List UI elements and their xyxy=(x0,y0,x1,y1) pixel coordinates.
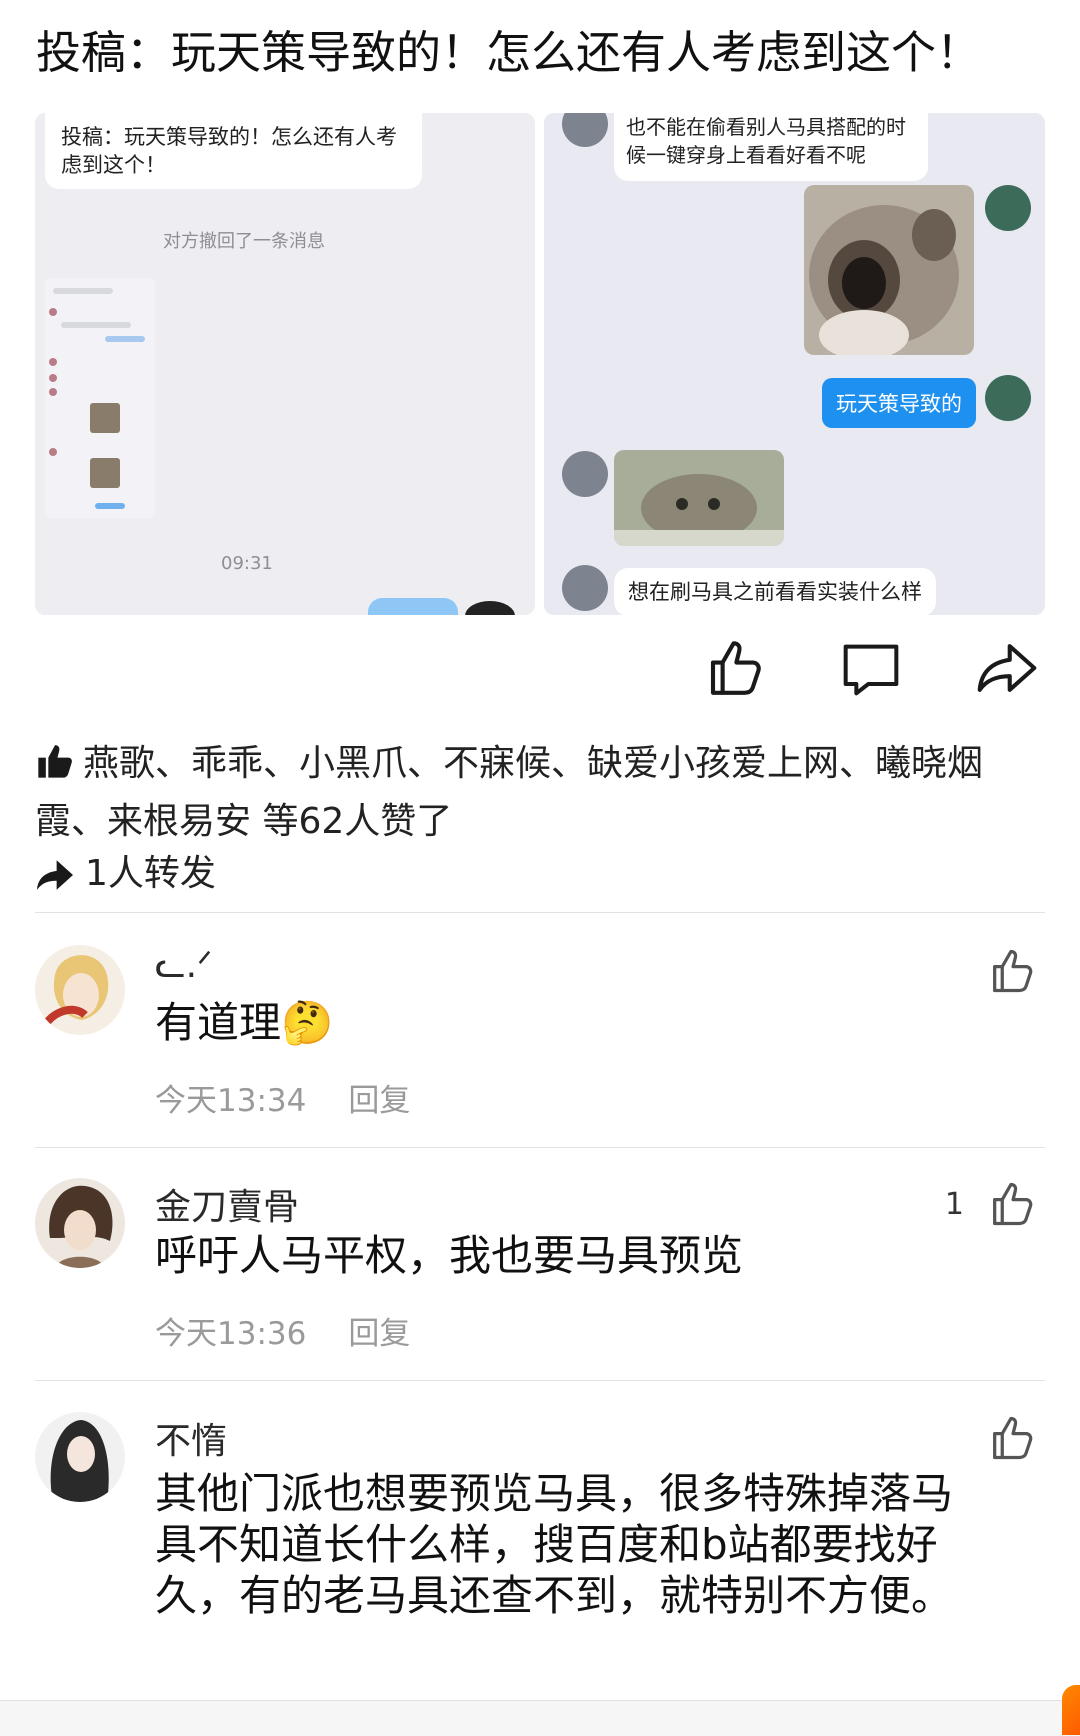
post-image-right[interactable]: 也不能在偷看别人马具搭配的时候一键穿身上看看好看不呢 玩天策导致的 想在刷马具之… xyxy=(544,113,1045,615)
chat-bubble: 投稿：玩天策导致的！怎么还有人考虑到这个！ xyxy=(45,113,422,189)
thumbs-up-filled-icon xyxy=(35,741,75,796)
comment-author[interactable]: ᓚ.ᐟ xyxy=(155,945,212,986)
comment-text: 其他门派也想要预览马具，很多特殊掉落马具不知道长什么样，搜百度和b站都要找好久，… xyxy=(155,1469,954,1620)
avatar[interactable] xyxy=(35,1412,125,1502)
avatar[interactable] xyxy=(35,1178,125,1268)
comment-icon xyxy=(843,644,899,696)
comment-text: 有道理🤔 xyxy=(155,998,334,1047)
manul-sticker xyxy=(614,450,784,546)
share-button[interactable] xyxy=(969,630,1045,706)
chat-bubble-blue: 玩天策导致的 xyxy=(822,378,976,428)
share-filled-icon xyxy=(35,856,75,908)
comment-author[interactable]: 金刀賣骨 xyxy=(155,1178,299,1230)
forwards-text: 1人转发 xyxy=(85,853,216,894)
recall-notice: 对方撤回了一条消息 xyxy=(163,231,325,252)
comment-time: 今天13:36 xyxy=(155,1316,307,1352)
comment-like-button[interactable] xyxy=(964,1412,1038,1464)
wolf-avatar xyxy=(562,113,608,147)
user-avatar-2 xyxy=(985,375,1031,421)
likes-summary[interactable]: 燕歌、乖乖、小黑爪、不寐候、缺爱小孩爱上网、曦晓烟霞、来根易安 等62人赞了 xyxy=(35,738,1045,848)
chat-time: 09:31 xyxy=(221,553,273,574)
post-title: 投稿：玩天策导致的！怎么还有人考虑到这个！ xyxy=(36,26,982,79)
forwards-summary[interactable]: 1人转发 xyxy=(35,848,216,908)
comment-button[interactable] xyxy=(833,630,909,706)
thumbs-up-icon xyxy=(993,949,1033,993)
divider xyxy=(35,1147,1045,1148)
partial-avatar xyxy=(465,601,515,615)
chat-bubble-top: 也不能在偷看别人马具搭配的时候一键穿身上看看好看不呢 xyxy=(614,113,928,181)
chat-bubble-bottom: 想在刷马具之前看看实装什么样 xyxy=(614,568,936,615)
comment-text: 呼吁人马平权，我也要马具预览 xyxy=(155,1231,744,1280)
thumbs-up-icon xyxy=(993,1182,1033,1226)
wolf-avatar-2 xyxy=(562,451,608,497)
comment-meta: 今天13:36 回复 xyxy=(155,1308,410,1353)
post-action-bar xyxy=(697,630,1045,706)
like-button[interactable] xyxy=(697,630,773,706)
floating-button-edge[interactable] xyxy=(1062,1685,1080,1735)
post-image-left[interactable]: 投稿：玩天策导致的！怎么还有人考虑到这个！ 对方撤回了一条消息 09:31 xyxy=(35,113,535,615)
partial-bubble xyxy=(368,598,458,615)
divider xyxy=(35,1380,1045,1381)
comment-time: 今天13:34 xyxy=(155,1083,307,1119)
share-icon xyxy=(977,644,1037,692)
cat-sticker xyxy=(804,185,974,355)
reply-button[interactable]: 回复 xyxy=(348,1083,410,1119)
comment-like-count: 1 xyxy=(944,1186,964,1222)
comment-like-button[interactable]: 1 xyxy=(945,1178,1038,1230)
bottom-input-bar[interactable] xyxy=(0,1700,1080,1736)
user-avatar xyxy=(985,185,1031,231)
comment-meta: 今天13:34 回复 xyxy=(155,1075,410,1120)
likes-text: 燕歌、乖乖、小黑爪、不寐候、缺爱小孩爱上网、曦晓烟霞、来根易安 等62人赞了 xyxy=(35,743,984,842)
wolf-avatar-3 xyxy=(562,565,608,611)
reply-button[interactable]: 回复 xyxy=(348,1316,410,1352)
avatar[interactable] xyxy=(35,945,125,1035)
thumbs-up-icon xyxy=(993,1416,1033,1460)
divider xyxy=(35,912,1045,913)
comment-author[interactable]: 不惰 xyxy=(155,1412,227,1464)
thumbs-up-icon xyxy=(710,641,761,695)
nested-screenshot xyxy=(45,278,155,518)
comment-like-button[interactable] xyxy=(964,945,1038,997)
